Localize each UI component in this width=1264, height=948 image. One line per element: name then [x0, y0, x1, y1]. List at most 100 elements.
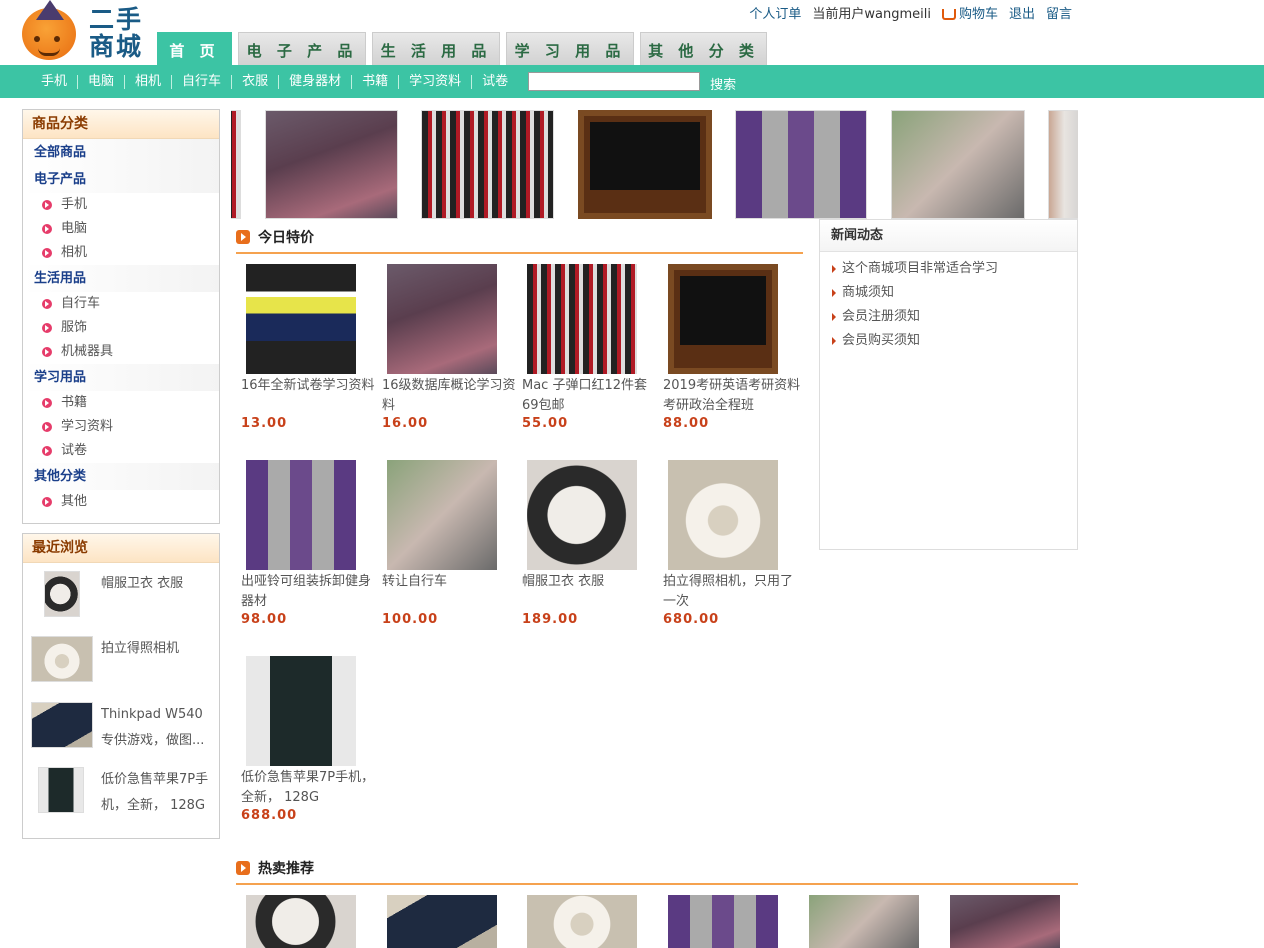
- main-tabs: 首 页 电 子 产 品 生 活 用 品 学 习 用 品 其 他 分 类: [157, 32, 767, 65]
- search-input[interactable]: [528, 72, 701, 91]
- arrow-bullet-icon: [42, 299, 52, 309]
- hot-recommend-header: 热卖推荐: [236, 855, 1078, 885]
- tab-daily-goods[interactable]: 生 活 用 品: [372, 32, 500, 65]
- search-button[interactable]: 搜索: [710, 74, 736, 93]
- tab-study-goods[interactable]: 学 习 用 品: [506, 32, 634, 65]
- product-name[interactable]: 低价急售苹果7P手机，全新， 128G: [241, 768, 382, 808]
- category-item-label: 服饰: [61, 320, 88, 335]
- banner-image[interactable]: [265, 110, 398, 219]
- news-item[interactable]: 会员购买须知: [820, 329, 1077, 353]
- category-group-electronics[interactable]: 电子产品: [23, 166, 219, 193]
- banner-image[interactable]: [421, 110, 554, 219]
- subnav-bicycle[interactable]: 自行车: [172, 74, 233, 89]
- category-item[interactable]: 手机: [23, 193, 219, 217]
- arrow-bullet-icon: [42, 446, 52, 456]
- recent-item[interactable]: 拍立得照相机: [31, 636, 217, 692]
- banner-image[interactable]: [578, 110, 712, 219]
- arrow-bullet-icon: [42, 398, 52, 408]
- recent-item-label: Thinkpad W540 专供游戏，做图...: [101, 707, 205, 748]
- banner-carousel[interactable]: [231, 110, 1078, 219]
- recent-item[interactable]: 低价急售苹果7P手机，全新， 128G: [31, 767, 217, 823]
- subnav-computer[interactable]: 电脑: [78, 74, 126, 89]
- category-group-other[interactable]: 其他分类: [23, 463, 219, 490]
- product-thumbnail: [31, 702, 93, 748]
- arrow-bullet-icon: [42, 224, 52, 234]
- category-item[interactable]: 相机: [23, 241, 219, 265]
- recent-item[interactable]: 帽服卫衣 衣服: [31, 571, 217, 627]
- product-image[interactable]: [246, 264, 356, 374]
- cart-label: 购物车: [958, 7, 998, 22]
- product-name[interactable]: 16级数据库概论学习资料: [382, 376, 523, 416]
- logo-text: 二手商城: [88, 5, 143, 61]
- hot-product-image[interactable]: [809, 895, 919, 948]
- product-name[interactable]: 拍立得照相机，只用了一次: [663, 572, 804, 612]
- product-price: 100.00: [382, 612, 439, 627]
- product-name[interactable]: 出哑铃可组装拆卸健身器材: [241, 572, 382, 612]
- orders-link[interactable]: 个人订单: [749, 3, 801, 22]
- product-thumbnail: [38, 767, 84, 813]
- news-item[interactable]: 商城须知: [820, 281, 1077, 305]
- product-price: 688.00: [241, 808, 298, 823]
- category-group-study[interactable]: 学习用品: [23, 364, 219, 391]
- message-link[interactable]: 留言: [1046, 3, 1072, 22]
- product-image[interactable]: [668, 264, 778, 374]
- hot-product-image[interactable]: [246, 895, 356, 948]
- arrow-bullet-icon: [42, 422, 52, 432]
- product-image[interactable]: [246, 656, 356, 766]
- category-item-label: 试卷: [61, 443, 88, 458]
- arrow-bullet-icon: [42, 323, 52, 333]
- section-arrow-icon: [236, 230, 250, 244]
- product-name[interactable]: 16年全新试卷学习资料: [241, 376, 382, 416]
- category-item[interactable]: 书籍: [23, 391, 219, 415]
- site-logo[interactable]: 二手商城: [20, 0, 150, 64]
- recent-title: 最近浏览: [23, 534, 219, 563]
- product-name[interactable]: 2019考研英语考研资料考研政治全程班: [663, 376, 804, 416]
- hot-product-image[interactable]: [527, 895, 637, 948]
- subnav-clothes[interactable]: 衣服: [232, 74, 280, 89]
- category-item[interactable]: 电脑: [23, 217, 219, 241]
- tab-other[interactable]: 其 他 分 类: [640, 32, 767, 65]
- news-item[interactable]: 会员注册须知: [820, 305, 1077, 329]
- hot-product-image[interactable]: [668, 895, 778, 948]
- category-item[interactable]: 机械器具: [23, 340, 219, 364]
- product-name[interactable]: Mac 子弹口红12件套69包邮: [522, 376, 663, 416]
- recent-item-label: 低价急售苹果7P手机，全新， 128G: [101, 772, 209, 813]
- category-all[interactable]: 全部商品: [23, 139, 219, 166]
- category-item[interactable]: 其他: [23, 490, 219, 514]
- hot-product-image[interactable]: [950, 895, 1060, 948]
- cart-icon: [941, 9, 956, 20]
- product-image[interactable]: [527, 460, 637, 570]
- product-image[interactable]: [246, 460, 356, 570]
- category-item[interactable]: 服饰: [23, 316, 219, 340]
- logout-link[interactable]: 退出: [1009, 3, 1035, 22]
- subnav-phone[interactable]: 手机: [31, 74, 79, 89]
- news-item[interactable]: 这个商城项目非常适合学习: [820, 257, 1077, 281]
- banner-image[interactable]: [1048, 110, 1078, 219]
- product-price: 13.00: [241, 416, 288, 431]
- hot-product-image[interactable]: [387, 895, 497, 948]
- subnav-study-material[interactable]: 学习资料: [399, 74, 473, 89]
- tab-electronics[interactable]: 电 子 产 品: [238, 32, 366, 65]
- banner-image[interactable]: [891, 110, 1025, 219]
- recent-panel: 最近浏览 帽服卫衣 衣服 拍立得照相机 Thinkpad W540 专供游戏，做…: [22, 533, 220, 839]
- banner-image[interactable]: [735, 110, 867, 219]
- cart-link[interactable]: 购物车: [941, 3, 998, 22]
- recent-item-label: 拍立得照相机: [101, 641, 180, 656]
- recent-item[interactable]: Thinkpad W540 专供游戏，做图...: [31, 702, 217, 758]
- category-item[interactable]: 学习资料: [23, 415, 219, 439]
- banner-image[interactable]: [231, 110, 241, 219]
- product-name[interactable]: 帽服卫衣 衣服: [522, 572, 663, 612]
- subnav-camera[interactable]: 相机: [125, 74, 173, 89]
- category-item[interactable]: 试卷: [23, 439, 219, 463]
- subnav-books[interactable]: 书籍: [352, 74, 400, 89]
- product-name[interactable]: 转让自行车: [382, 572, 523, 612]
- product-image[interactable]: [387, 460, 497, 570]
- tab-home[interactable]: 首 页: [157, 32, 232, 65]
- category-group-daily[interactable]: 生活用品: [23, 265, 219, 292]
- category-item[interactable]: 自行车: [23, 292, 219, 316]
- product-image[interactable]: [387, 264, 497, 374]
- subnav-exam[interactable]: 试卷: [472, 74, 518, 89]
- subnav-fitness[interactable]: 健身器材: [279, 74, 353, 89]
- product-image[interactable]: [668, 460, 778, 570]
- product-image[interactable]: [527, 264, 637, 374]
